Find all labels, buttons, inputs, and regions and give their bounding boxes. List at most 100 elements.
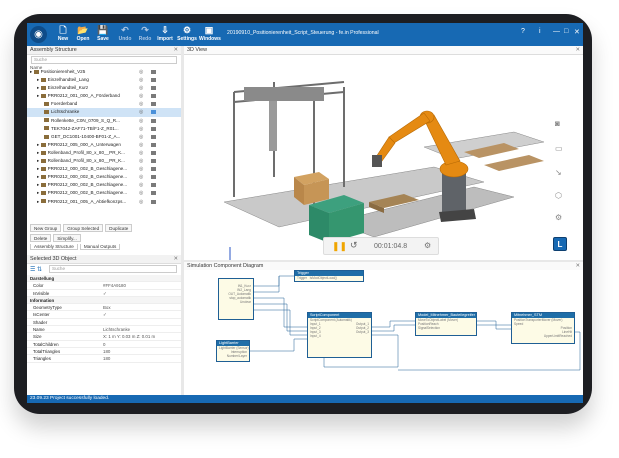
pin-icon[interactable]: ✕: [575, 47, 580, 54]
visibility-eye-icon[interactable]: ◎: [139, 100, 143, 108]
property-row[interactable]: Information: [27, 296, 181, 305]
visibility-eye-icon[interactable]: ◎: [139, 181, 143, 189]
property-search-input[interactable]: Suche: [49, 265, 177, 273]
close-icon[interactable]: ✕: [574, 28, 580, 36]
diagram-box-mover[interactable]: Model_Mitnehmer_Bauteilegreifer MoveToOb…: [415, 312, 477, 336]
settings-button[interactable]: ⚙ Settings: [177, 25, 197, 45]
visibility-eye-icon[interactable]: ◎: [139, 198, 143, 206]
visibility-eye-icon[interactable]: ◎: [139, 157, 143, 165]
visibility-eye-icon[interactable]: ◎: [139, 189, 143, 197]
tree-item[interactable]: Foerderband ◎: [27, 100, 181, 108]
property-value[interactable]: 0: [103, 341, 105, 348]
property-value[interactable]: 180: [103, 348, 110, 355]
color-swatch[interactable]: [151, 191, 156, 196]
tree-item[interactable]: Lichtschranke ◎: [27, 108, 181, 117]
tree-item[interactable]: ▸ Positionierenheit_V25 ◎: [27, 68, 181, 76]
tree-item[interactable]: ▸ PRR0212_001_005_A_Abtiefkonzps... ◎: [27, 198, 181, 206]
simplify-button[interactable]: Simplify...: [53, 234, 81, 242]
camera-icon[interactable]: ◙: [555, 119, 560, 128]
diagram-box-transporter[interactable]: Mitnehmer_STM PositionTransporterMover (…: [511, 312, 575, 344]
color-swatch[interactable]: [151, 150, 156, 155]
diagram-box-signals[interactable]: IN1_Kurz IN2_Lang OUT_Automatik stop_aut…: [218, 278, 254, 320]
tree-item[interactable]: GET_DC1001-10400-BF01-Z_A... ◎: [27, 133, 181, 141]
property-value[interactable]: Lichtschranke: [103, 326, 130, 333]
visibility-eye-icon[interactable]: ◎: [139, 165, 143, 173]
import-button[interactable]: ⇩ Import: [155, 25, 175, 45]
dimension-icon[interactable]: ▭: [555, 144, 563, 153]
property-row[interactable]: Size X: 1 m Y: 0.03 m Z: 0.01 m: [27, 333, 181, 341]
property-row[interactable]: Color #FF4A9180: [27, 282, 181, 290]
3d-viewport[interactable]: [184, 57, 583, 272]
save-button[interactable]: 💾 Save: [93, 25, 113, 45]
color-swatch[interactable]: [151, 94, 156, 99]
robot-icon[interactable]: ⚙: [555, 213, 562, 222]
property-view-icons[interactable]: ☰ ⇅: [30, 266, 42, 273]
tree-item[interactable]: ▸ PRR0212_001_000_A_Förderband ◎: [27, 92, 181, 100]
visibility-eye-icon[interactable]: ◎: [139, 149, 143, 157]
app-logo-icon[interactable]: ◉: [30, 26, 47, 43]
delete-button[interactable]: Delete: [30, 234, 52, 242]
color-swatch[interactable]: [151, 110, 156, 115]
tree-item[interactable]: ▸ Einzelhandteil_Kurz ◎: [27, 84, 181, 92]
color-swatch[interactable]: [151, 134, 156, 139]
help-icon[interactable]: ?: [521, 28, 525, 35]
property-value[interactable]: ✓: [103, 311, 107, 318]
property-row[interactable]: Shader: [27, 319, 181, 327]
visibility-eye-icon[interactable]: ◎: [139, 68, 143, 76]
tree-item[interactable]: ▸ Einzelhandteil_Lang ◎: [27, 76, 181, 84]
color-swatch[interactable]: [151, 118, 156, 123]
tree-item[interactable]: ▸ PRR0212_000_002_B_Geschlagene... ◎: [27, 189, 181, 197]
diagram-box-trigger[interactable]: Trigger Trigger IsModObjectLoad(): [294, 270, 364, 282]
duplicate-button[interactable]: Duplicate: [105, 224, 133, 232]
playback-settings-icon[interactable]: ⚙: [424, 241, 431, 250]
visibility-eye-icon[interactable]: ◎: [139, 76, 143, 84]
property-value[interactable]: ✓: [103, 290, 107, 297]
property-row[interactable]: IsVisible ✓: [27, 290, 181, 297]
color-swatch[interactable]: [151, 183, 156, 188]
diagram-box-lightbarrier[interactable]: LightBarrier LightBarrier (Sensor) Inter…: [216, 340, 250, 362]
property-row[interactable]: Darstellung: [27, 275, 181, 283]
property-row[interactable]: GeometryType Box: [27, 304, 181, 312]
property-row[interactable]: IsCenter ✓: [27, 311, 181, 319]
color-swatch[interactable]: [151, 78, 156, 83]
new-button[interactable]: 🗋 New: [53, 25, 73, 45]
color-swatch[interactable]: [151, 167, 156, 172]
maximize-icon[interactable]: □: [564, 28, 568, 35]
pin-icon[interactable]: ✕: [173, 47, 178, 54]
component-diagram[interactable]: IN1_Kurz IN2_Lang OUT_Automatik stop_aut…: [184, 270, 583, 390]
cube-icon[interactable]: ⬡: [555, 191, 562, 200]
tree-item[interactable]: ▸ Rollenband_Profil_80_x_80__PR_K... ◎: [27, 149, 181, 157]
pin-icon[interactable]: ✕: [575, 263, 580, 270]
pin-icon[interactable]: ✕: [173, 256, 178, 263]
tree-item[interactable]: ▸ Rollenband_Profil_80_x_80__PR_K... ◎: [27, 157, 181, 165]
tree-item[interactable]: ▸ PRR0212_000_002_B_Geschlagene... ◎: [27, 173, 181, 181]
color-swatch[interactable]: [151, 126, 156, 131]
undo-button[interactable]: ↶ Undo: [115, 25, 135, 45]
tree-item[interactable]: ▸ PRR0212_005_000_A_Unterwagen ◎: [27, 141, 181, 149]
diagram-box-script[interactable]: ScriptComponent ScriptComponent (Automat…: [307, 312, 372, 358]
redo-button[interactable]: ↷ Redo: [135, 25, 155, 45]
color-swatch[interactable]: [151, 86, 156, 91]
assembly-search-input[interactable]: Suche: [31, 56, 177, 64]
tree-item[interactable]: ▸ PRR0212_000_002_B_Geschlagene... ◎: [27, 165, 181, 173]
color-swatch[interactable]: [151, 142, 156, 147]
view-cube-icon[interactable]: L: [553, 237, 567, 251]
open-button[interactable]: 📂 Open: [73, 25, 93, 45]
color-swatch[interactable]: [151, 70, 156, 74]
reset-icon[interactable]: ↺: [350, 240, 358, 251]
tree-item[interactable]: Rollenkette_C0N_0709_S_Q_R... ◎: [27, 117, 181, 125]
new-group-button[interactable]: New Group: [30, 224, 62, 232]
tree-item[interactable]: ▸ PRR0212_000_002_B_Geschlagene... ◎: [27, 181, 181, 189]
visibility-eye-icon[interactable]: ◎: [139, 108, 143, 116]
info-icon[interactable]: i: [539, 28, 541, 35]
windows-button[interactable]: ▣ Windows: [199, 25, 221, 45]
property-row[interactable]: Triangles 180: [27, 355, 181, 363]
tab-assembly-structure[interactable]: Assembly Structure: [30, 244, 78, 250]
visibility-eye-icon[interactable]: ◎: [139, 84, 143, 92]
color-swatch[interactable]: [151, 199, 156, 204]
visibility-eye-icon[interactable]: ◎: [139, 92, 143, 100]
tree-item[interactable]: TEK7042-ZAF71-TB/F1-Z_R01... ◎: [27, 125, 181, 133]
tab-manual-outputs[interactable]: Manual Outputs: [79, 244, 121, 250]
visibility-eye-icon[interactable]: ◎: [139, 133, 143, 141]
property-value[interactable]: Box: [103, 304, 111, 311]
